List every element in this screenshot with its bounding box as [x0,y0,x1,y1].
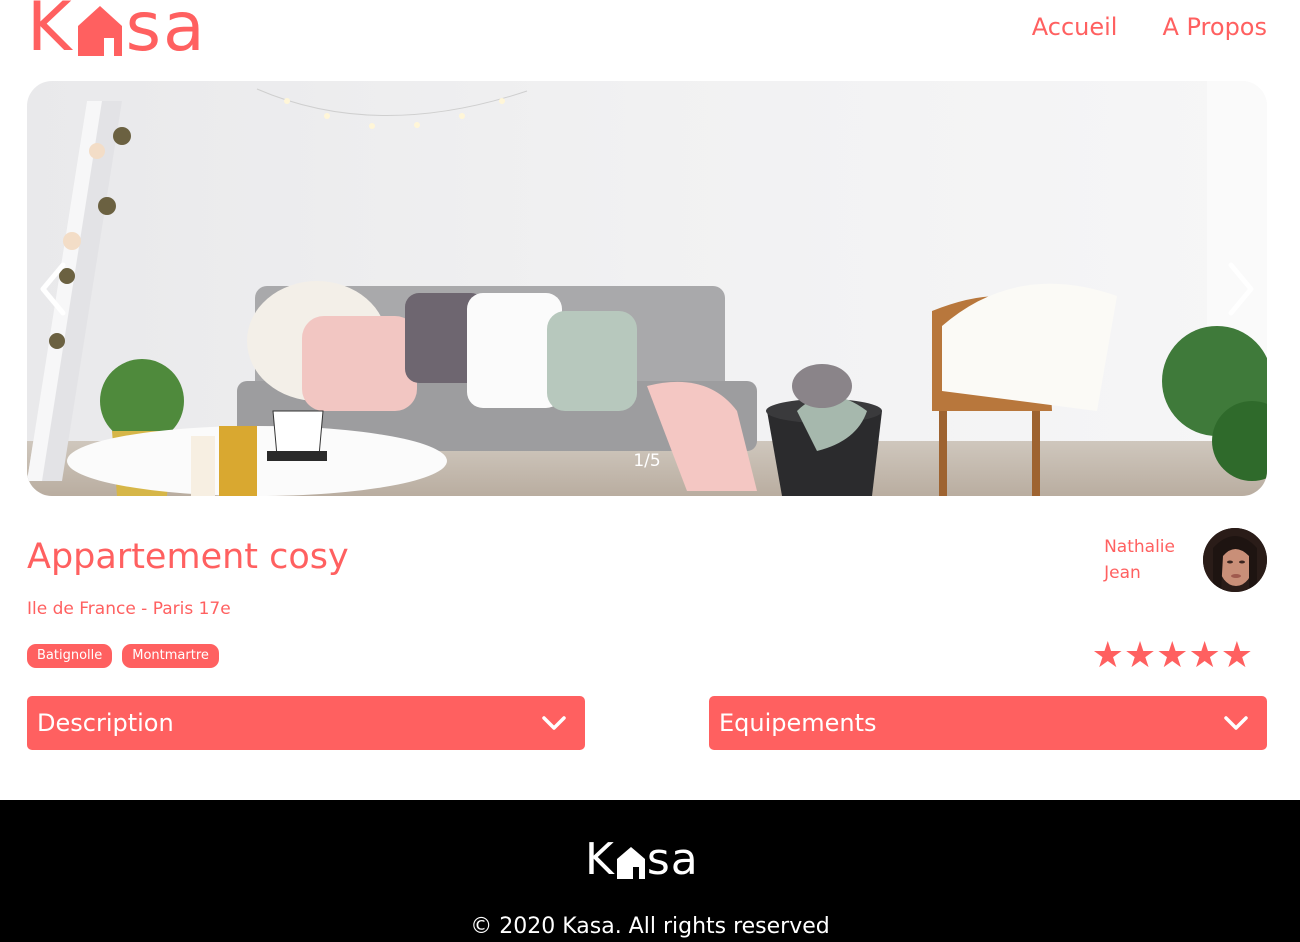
header: K sa Accueil A Propos [0,0,1300,70]
chevron-down-icon[interactable] [541,715,567,731]
rating-stars: ★ ★ ★ ★ ★ [1092,636,1253,676]
star-icon: ★ [1156,635,1189,676]
avatar [1203,528,1267,592]
copyright-text: © 2020 Kasa. All rights reserved [470,914,830,939]
tag-list: Batignolle Montmartre [27,644,219,668]
equipements-label: Equipements [719,709,877,737]
star-icon: ★ [1123,635,1157,676]
logo-letters-sa: sa [125,0,207,67]
star-icon: ★ [1188,635,1221,676]
house-icon [77,6,122,56]
description-label: Description [37,709,174,737]
listing-photo [27,81,1267,496]
star-icon: ★ [1091,635,1124,676]
host-photo [1203,528,1267,592]
photo-carousel: 1/5 [27,81,1267,496]
nav-link-accueil[interactable]: Accueil [1032,12,1118,42]
tag: Batignolle [27,644,113,668]
nav-link-a-propos[interactable]: A Propos [1162,12,1267,42]
chevron-left-icon[interactable] [33,259,73,319]
listing-location: Ile de France - Paris 17e [27,599,231,619]
tag: Montmartre [122,644,219,668]
footer-logo-letter-k: K [585,834,615,885]
footer-kasa-logo: K sa [585,838,699,882]
host-name: Nathalie Jean [1104,534,1175,586]
kasa-logo[interactable]: K sa [27,0,207,64]
host-last-name: Jean [1104,563,1141,583]
equipements-collapse[interactable]: Equipements [709,696,1267,750]
footer-logo-letters-sa: sa [646,834,699,885]
star-icon: ★ [1220,635,1253,676]
logo-letter-k: K [27,0,74,67]
slide-counter: 1/5 [633,451,661,471]
house-icon [616,847,645,879]
host-first-name: Nathalie [1104,537,1175,557]
host-info: Nathalie Jean [1104,528,1267,592]
main-nav: Accueil A Propos [1032,12,1267,42]
footer: K sa © 2020 Kasa. All rights reserved [0,800,1300,942]
chevron-right-icon[interactable] [1221,259,1261,319]
chevron-down-icon[interactable] [1223,715,1249,731]
description-collapse[interactable]: Description [27,696,585,750]
listing-title: Appartement cosy [27,537,349,577]
